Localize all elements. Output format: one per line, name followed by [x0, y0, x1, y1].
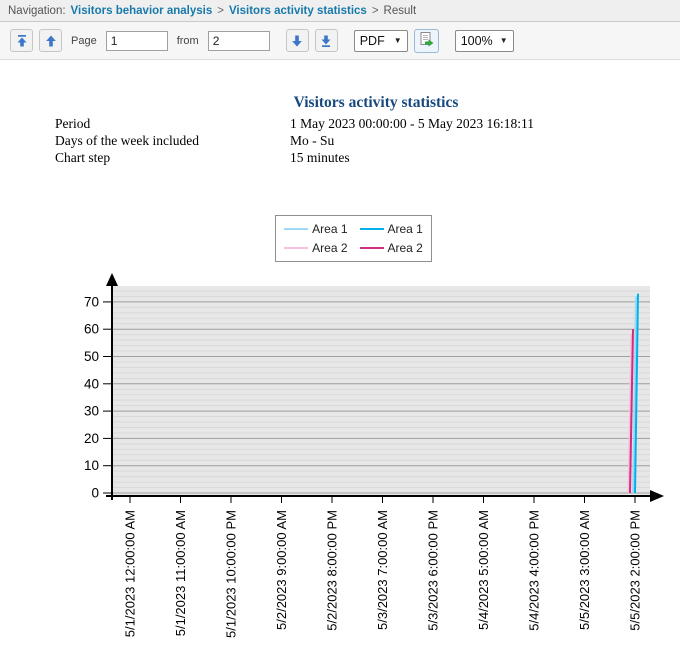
- legend-line-icon: [284, 228, 308, 230]
- legend-line-icon: [360, 247, 384, 249]
- total-pages-input[interactable]: [208, 31, 270, 51]
- arrow-down-to-bar-icon: [319, 34, 333, 48]
- x-tick-label: 5/5/2023 3:00:00 AM: [577, 510, 592, 630]
- x-tick-label: 5/5/2023 2:00:00 PM: [628, 510, 643, 631]
- last-page-button[interactable]: [315, 29, 338, 52]
- report-title: Visitors activity statistics: [0, 93, 680, 113]
- x-tick-label: 5/3/2023 7:00:00 AM: [375, 510, 390, 630]
- x-axis-arrow-icon: [650, 490, 664, 502]
- first-page-button[interactable]: [10, 29, 33, 52]
- document-export-icon: [418, 31, 435, 51]
- parameter-value: 1 May 2023 00:00:00 - 5 May 2023 16:18:1…: [290, 115, 534, 132]
- legend-label: Area 1: [312, 222, 347, 236]
- y-tick-label: 30: [84, 404, 99, 419]
- arrow-down-icon: [290, 34, 304, 48]
- arrow-up-to-bar-icon: [15, 34, 29, 48]
- report-parameters: Period 1 May 2023 00:00:00 - 5 May 2023 …: [55, 115, 680, 166]
- parameter-label: Days of the week included: [55, 132, 290, 149]
- x-tick-label: 5/2/2023 8:00:00 PM: [325, 510, 340, 631]
- breadcrumb: Navigation: Visitors behavior analysis >…: [0, 0, 680, 22]
- chart-container: 0 10 20 30 40 50 60 70 5/1/2023 12:00:00 AM 5/1/2…: [0, 270, 680, 664]
- next-page-button[interactable]: [286, 29, 309, 52]
- breadcrumb-prefix: Navigation:: [8, 5, 66, 17]
- y-tick-label: 0: [91, 486, 99, 501]
- y-tick-label: 10: [84, 458, 99, 473]
- x-tick-label: 5/3/2023 6:00:00 PM: [426, 510, 441, 631]
- legend-line-icon: [284, 247, 308, 249]
- parameter-label: Period: [55, 115, 290, 132]
- export-format-value: PDF: [360, 34, 385, 48]
- legend-entry: Area 1: [284, 222, 347, 236]
- from-label: from: [177, 35, 199, 47]
- x-tick-label: 5/4/2023 5:00:00 AM: [476, 510, 491, 630]
- page-label: Page: [71, 35, 97, 47]
- breadcrumb-separator: >: [217, 5, 224, 17]
- legend-line-icon: [360, 228, 384, 230]
- y-tick-label: 70: [84, 294, 99, 309]
- y-tick-label: 40: [84, 376, 99, 391]
- parameter-row-period: Period 1 May 2023 00:00:00 - 5 May 2023 …: [55, 115, 680, 132]
- chevron-down-icon: ▼: [500, 37, 508, 45]
- breadcrumb-link-visitors-behavior-analysis[interactable]: Visitors behavior analysis: [71, 5, 213, 17]
- x-tick-label: 5/1/2023 11:00:00 AM: [173, 510, 188, 636]
- legend-entry: Area 2: [284, 241, 347, 255]
- report-page: Visitors activity statistics Period 1 Ma…: [0, 93, 680, 664]
- breadcrumb-link-visitors-activity-statistics[interactable]: Visitors activity statistics: [229, 5, 367, 17]
- y-tick-label: 60: [84, 322, 99, 337]
- chevron-down-icon: ▼: [394, 37, 402, 45]
- zoom-select[interactable]: 100% ▼: [455, 30, 514, 52]
- chart-legend: Area 1 Area 1 Area 2 Area 2: [275, 215, 432, 262]
- x-tick-label: 5/4/2023 4:00:00 PM: [527, 510, 542, 631]
- legend-entry: Area 1: [360, 222, 423, 236]
- parameter-row-days: Days of the week included Mo - Su: [55, 132, 680, 149]
- export-format-select[interactable]: PDF ▼: [354, 30, 408, 52]
- parameter-value: Mo - Su: [290, 132, 334, 149]
- legend-entry: Area 2: [360, 241, 423, 255]
- visitors-statistics-screen: Navigation: Visitors behavior analysis >…: [0, 0, 680, 664]
- parameter-label: Chart step: [55, 149, 290, 166]
- report-toolbar: Page from PDF ▼: [0, 22, 680, 60]
- zoom-value: 100%: [461, 34, 493, 48]
- parameter-value: 15 minutes: [290, 149, 350, 166]
- legend-container: Area 1 Area 1 Area 2 Area 2: [0, 215, 680, 262]
- y-tick-label: 20: [84, 431, 99, 446]
- legend-label: Area 2: [388, 241, 423, 255]
- arrow-up-icon: [44, 34, 58, 48]
- parameter-row-chart-step: Chart step 15 minutes: [55, 149, 680, 166]
- plot-background: [113, 286, 650, 496]
- activity-chart: 0 10 20 30 40 50 60 70 5/1/2023 12:00:00 AM 5/1/2…: [0, 270, 680, 664]
- breadcrumb-separator: >: [372, 5, 379, 17]
- x-tick-label: 5/1/2023 12:00:00 AM: [123, 510, 138, 637]
- legend-label: Area 2: [312, 241, 347, 255]
- x-tick-label: 5/2/2023 9:00:00 AM: [274, 510, 289, 630]
- y-tick-label: 50: [84, 349, 99, 364]
- page-input[interactable]: [106, 31, 168, 51]
- export-button[interactable]: [414, 29, 439, 53]
- legend-label: Area 1: [388, 222, 423, 236]
- previous-page-button[interactable]: [39, 29, 62, 52]
- y-axis-arrow-icon: [106, 273, 118, 286]
- x-tick-label: 5/1/2023 10:00:00 PM: [224, 510, 239, 638]
- breadcrumb-current: Result: [384, 5, 417, 17]
